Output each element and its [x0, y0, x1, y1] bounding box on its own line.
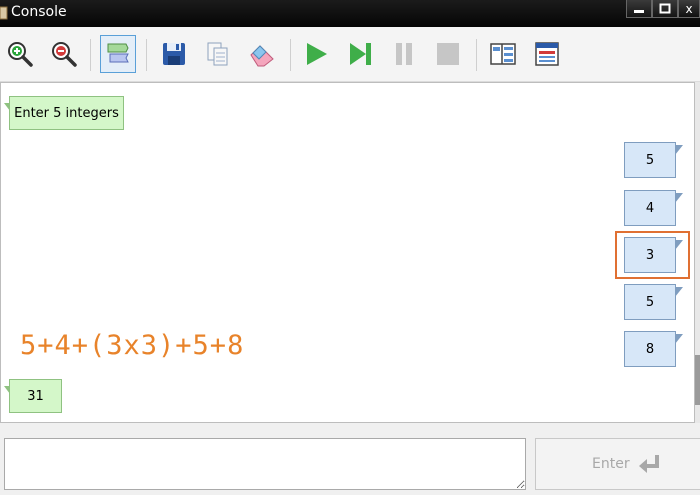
pause-button[interactable]	[386, 35, 422, 73]
scrollbar-thumb[interactable]	[695, 355, 700, 405]
enter-icon	[638, 455, 659, 473]
bubble-tail	[675, 334, 683, 344]
input-value: 4	[645, 200, 655, 216]
stop-button[interactable]	[430, 35, 466, 73]
input-bubble: 4	[624, 190, 683, 226]
bubble-tail	[675, 287, 683, 297]
minimize-button[interactable]	[626, 0, 652, 18]
toolbar	[0, 27, 700, 82]
save-icon	[163, 43, 185, 65]
prompt-text: Enter 5 integers	[14, 105, 119, 121]
result-text: 31	[27, 388, 44, 404]
bubble-tail	[675, 193, 683, 203]
bubble-tail	[675, 145, 683, 155]
zoom-in-button[interactable]	[2, 35, 38, 73]
input-bubble: 5	[624, 142, 683, 178]
input-bubble: 5	[624, 284, 683, 320]
save-button[interactable]	[156, 35, 192, 73]
input-value: 5	[645, 294, 655, 310]
maximize-icon	[659, 3, 671, 13]
stop-icon	[437, 43, 459, 65]
zoom-out-icon	[52, 42, 77, 67]
zoom-in-icon	[8, 42, 33, 67]
toggle-bubbles-button[interactable]	[100, 35, 136, 73]
minimize-icon	[634, 9, 644, 13]
expression-annotation: 5+4+(3x3)+5+8	[20, 330, 245, 361]
toolbar-separator	[290, 39, 291, 71]
console-output	[0, 82, 695, 423]
layout-columns-button[interactable]	[485, 35, 521, 73]
input-value: 8	[645, 341, 655, 357]
flag-icon	[107, 43, 129, 63]
copy-icon	[207, 42, 228, 66]
layout-window-icon	[535, 42, 559, 66]
run-button[interactable]	[298, 35, 334, 73]
pause-icon	[396, 43, 412, 65]
close-button[interactable]: x	[678, 0, 700, 18]
run-icon	[307, 43, 327, 65]
enter-label: Enter	[592, 456, 630, 472]
eraser-icon	[250, 45, 274, 67]
toolbar-separator	[90, 39, 91, 71]
app-icon	[0, 6, 8, 20]
input-bubble: 8	[624, 331, 683, 367]
console-input[interactable]	[4, 438, 526, 490]
toolbar-separator	[146, 39, 147, 71]
highlight-box	[615, 231, 690, 279]
clear-button[interactable]	[244, 35, 280, 73]
zoom-out-button[interactable]	[46, 35, 82, 73]
input-value: 5	[645, 152, 655, 168]
toolbar-separator	[476, 39, 477, 71]
step-button[interactable]	[342, 35, 378, 73]
result-bubble: 31	[4, 379, 62, 413]
bubble-tail	[4, 386, 10, 394]
window-controls: x	[626, 0, 700, 20]
layout-columns-icon	[490, 43, 516, 65]
window-title: Console	[11, 4, 67, 20]
close-icon: x	[685, 1, 693, 16]
maximize-button[interactable]	[652, 0, 678, 18]
layout-window-button[interactable]	[529, 35, 565, 73]
step-icon	[350, 43, 371, 65]
prompt-bubble: Enter 5 integers	[4, 96, 124, 130]
title-bar: Console x	[0, 0, 700, 27]
enter-button[interactable]: Enter	[535, 438, 700, 490]
copy-button[interactable]	[200, 35, 236, 73]
bubble-tail	[4, 103, 10, 111]
